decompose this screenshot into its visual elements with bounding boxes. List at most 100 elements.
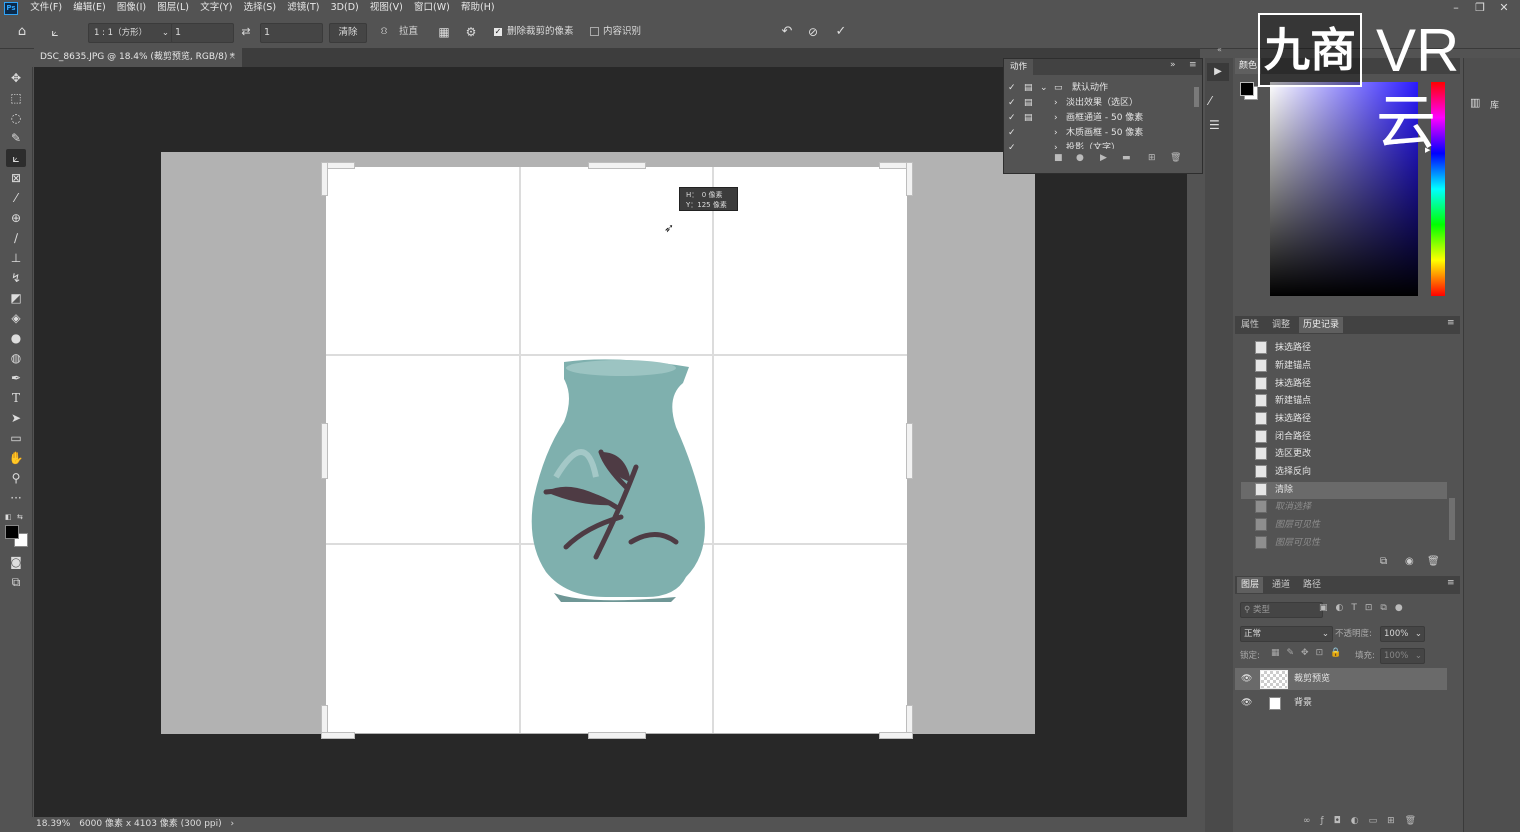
- actions-scrollbar[interactable]: [1194, 87, 1199, 107]
- tab-adjustments[interactable]: 调整: [1268, 317, 1294, 333]
- crop-handle-left[interactable]: [321, 423, 328, 479]
- crop-handle-tl[interactable]: [321, 162, 328, 196]
- history-row[interactable]: 图层可见性: [1241, 535, 1447, 552]
- layer-row-selected[interactable]: 👁 裁剪预览: [1235, 668, 1447, 690]
- menu-3d[interactable]: 3D(D): [327, 0, 363, 16]
- record-icon[interactable]: ●: [1076, 151, 1084, 165]
- dialog-toggle-icon[interactable]: ▤: [1024, 81, 1033, 96]
- eye-visibility-icon[interactable]: 👁: [1241, 668, 1252, 690]
- fill-field[interactable]: 100% ⌄: [1380, 648, 1425, 664]
- commit-check-icon[interactable]: ✓: [833, 23, 849, 41]
- panel-menu-icon[interactable]: ≡: [1447, 318, 1455, 328]
- document-tab[interactable]: DSC_8635.JPG @ 18.4% (裁剪预览, RGB/8) * ×: [34, 48, 242, 67]
- crop-handle-br[interactable]: [879, 732, 913, 739]
- overlay-grid-icon[interactable]: ▦: [436, 23, 452, 41]
- new-action-icon[interactable]: ⊞: [1148, 151, 1156, 165]
- path-selection-tool-icon[interactable]: ➤: [6, 409, 26, 427]
- crop-handle-right[interactable]: [906, 423, 913, 479]
- reset-icon[interactable]: ↶: [779, 23, 795, 41]
- crop-tool-icon[interactable]: ⟀: [6, 149, 26, 167]
- history-row[interactable]: 抹选路径: [1241, 411, 1447, 428]
- straighten-label[interactable]: 拉直: [399, 23, 418, 41]
- layer-filter-field[interactable]: ⚲ 类型: [1240, 602, 1323, 618]
- collapse-panels-icon[interactable]: «: [1217, 45, 1222, 54]
- opacity-field[interactable]: 100% ⌄: [1380, 626, 1425, 642]
- eyedropper-tool-icon[interactable]: ⁄: [6, 189, 26, 207]
- layer-name[interactable]: 裁剪预览: [1294, 668, 1330, 690]
- actions-play-icon[interactable]: ▶: [1207, 63, 1229, 81]
- rectangle-tool-icon[interactable]: ▭: [6, 429, 26, 447]
- action-row[interactable]: ✓ › 投影（文字）: [1004, 141, 1190, 149]
- quick-mask-icon[interactable]: ◙: [6, 553, 26, 571]
- expand-chevron-icon[interactable]: ›: [1054, 141, 1058, 149]
- swap-icon[interactable]: ⇄: [238, 23, 254, 41]
- tab-close-icon[interactable]: ×: [228, 48, 236, 67]
- history-row[interactable]: 取消选择: [1241, 499, 1447, 516]
- eye-visibility-icon[interactable]: 👁: [1241, 692, 1252, 714]
- history-row[interactable]: 图层可见性: [1241, 517, 1447, 534]
- home-icon[interactable]: ⌂: [12, 23, 32, 41]
- crop-handle-bl[interactable]: [321, 732, 355, 739]
- menu-layer[interactable]: 图层(L): [153, 0, 193, 16]
- expand-chevron-icon[interactable]: ›: [1054, 111, 1058, 126]
- move-tool-icon[interactable]: ✥: [6, 69, 26, 87]
- ratio-width-field[interactable]: 1: [171, 23, 234, 43]
- crop-handle-top[interactable]: [588, 162, 646, 169]
- delete-icon[interactable]: 🗑: [1427, 556, 1440, 567]
- frame-tool-icon[interactable]: ⊠: [6, 169, 26, 187]
- menu-image[interactable]: 图像(I): [113, 0, 150, 16]
- layer-name[interactable]: 背景: [1294, 692, 1312, 714]
- panel-menu-icon[interactable]: ≡: [1189, 60, 1197, 70]
- tab-paths[interactable]: 路径: [1299, 577, 1325, 593]
- actions-tab[interactable]: 动作: [1004, 59, 1034, 75]
- action-row[interactable]: ✓ › 木质画框 - 50 像素: [1004, 126, 1190, 141]
- history-row[interactable]: 抹选路径: [1241, 376, 1447, 393]
- paint-bucket-tool-icon[interactable]: ◈: [6, 309, 26, 327]
- tab-channels[interactable]: 通道: [1268, 577, 1294, 593]
- menu-file[interactable]: 文件(F): [26, 0, 66, 16]
- pen-tool-icon[interactable]: ✒: [6, 369, 26, 387]
- toggle-check-icon[interactable]: ✓: [1008, 96, 1016, 111]
- panel-menu-icon[interactable]: ≡: [1447, 578, 1455, 588]
- delete-icon[interactable]: 🗑: [1170, 151, 1181, 165]
- clone-stamp-tool-icon[interactable]: ⊥: [6, 249, 26, 267]
- eraser-tool-icon[interactable]: ◩: [6, 289, 26, 307]
- menu-edit[interactable]: 编辑(E): [69, 0, 109, 16]
- lasso-tool-icon[interactable]: ◌: [6, 109, 26, 127]
- foreground-color-swatch[interactable]: [5, 525, 19, 539]
- blur-tool-icon[interactable]: ●: [6, 329, 26, 347]
- zoom-level[interactable]: 18.39%: [34, 819, 70, 829]
- dodge-tool-icon[interactable]: ◍: [6, 349, 26, 367]
- menu-type[interactable]: 文字(Y): [196, 0, 236, 16]
- ratio-height-field[interactable]: 1: [260, 23, 323, 43]
- ratio-dropdown[interactable]: 1 : 1（方形） ⌄: [88, 23, 173, 43]
- play-icon[interactable]: ▶: [1100, 151, 1107, 165]
- foreground-color-swatch[interactable]: [1240, 82, 1254, 96]
- menu-filter[interactable]: 滤镜(T): [283, 0, 323, 16]
- expand-chevron-icon[interactable]: ⌄: [1040, 81, 1048, 96]
- toggle-check-icon[interactable]: ✓: [1008, 81, 1016, 96]
- chevron-right-icon[interactable]: ›: [225, 819, 235, 829]
- expand-chevron-icon[interactable]: ›: [1054, 126, 1058, 141]
- toggle-check-icon[interactable]: ✓: [1008, 141, 1016, 149]
- history-row[interactable]: 新建锚点: [1241, 358, 1447, 375]
- adjust-sliders-icon[interactable]: ☰: [1209, 118, 1220, 132]
- default-colors-icon[interactable]: ◧: [5, 513, 15, 521]
- menu-window[interactable]: 窗口(W): [410, 0, 454, 16]
- dialog-toggle-icon[interactable]: ▤: [1024, 111, 1033, 126]
- blend-mode-dropdown[interactable]: 正常 ⌄: [1240, 626, 1333, 642]
- brush-tool-icon[interactable]: ∕: [6, 229, 26, 247]
- menu-view[interactable]: 视图(V): [366, 0, 407, 16]
- layer-row[interactable]: 👁 背景: [1235, 692, 1447, 714]
- layers-footer-icons[interactable]: ∞ƒ◘◐▭⊞🗑: [1303, 816, 1426, 826]
- lock-icons[interactable]: ▦✎✥⊡🔒: [1271, 648, 1348, 658]
- settings-gear-icon[interactable]: ⚙: [463, 23, 479, 41]
- quick-select-tool-icon[interactable]: ✎: [6, 129, 26, 147]
- crop-handle-bottom[interactable]: [588, 732, 646, 739]
- history-row[interactable]: 选区更改: [1241, 446, 1447, 463]
- history-row[interactable]: 闭合路径: [1241, 429, 1447, 446]
- clear-button[interactable]: 清除: [329, 23, 367, 43]
- cancel-icon[interactable]: ⊘: [805, 23, 821, 41]
- delete-cropped-checkbox[interactable]: ✓: [494, 23, 504, 41]
- toggle-check-icon[interactable]: ✓: [1008, 111, 1016, 126]
